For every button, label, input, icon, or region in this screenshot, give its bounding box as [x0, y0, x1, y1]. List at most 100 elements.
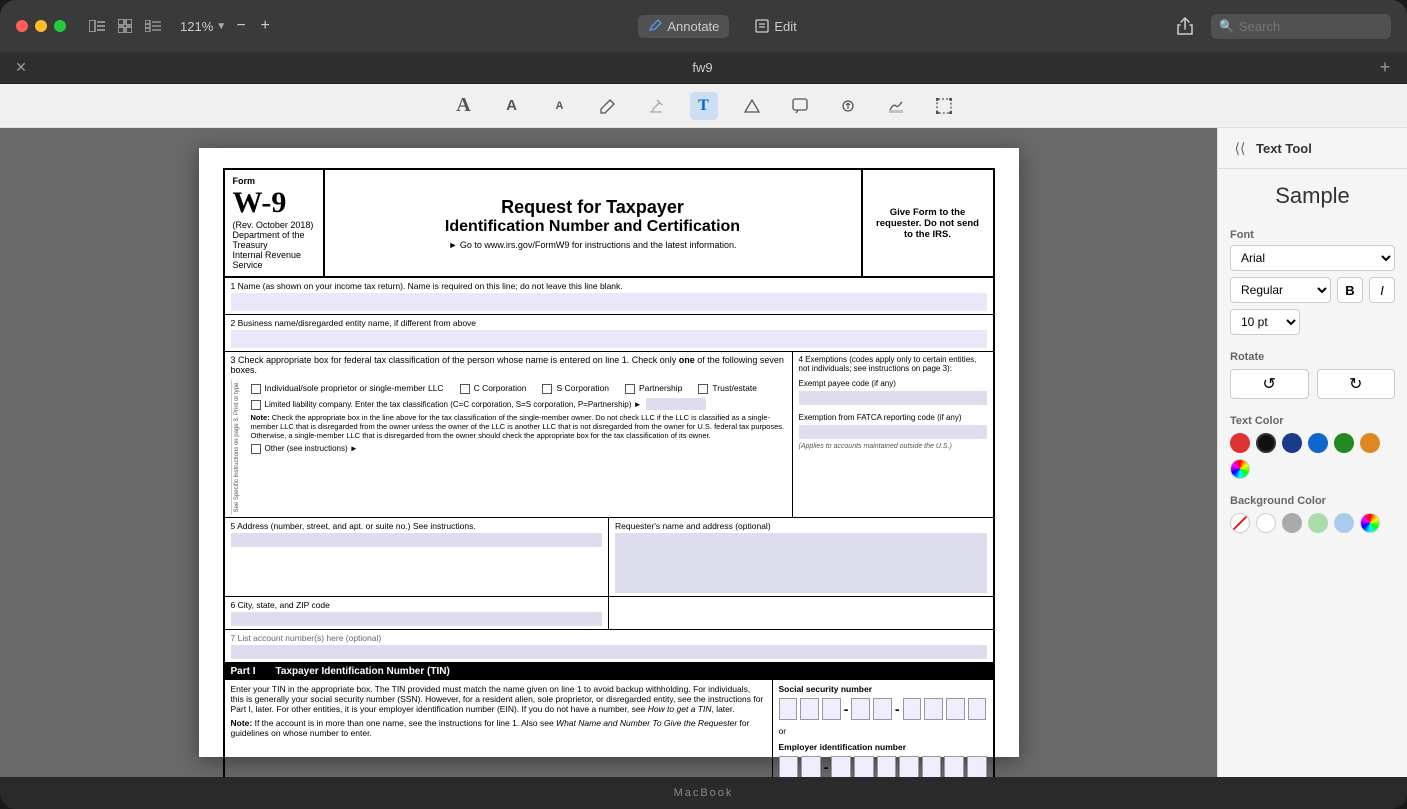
bg-color-white[interactable]: [1256, 513, 1276, 533]
ssn-box-6[interactable]: [903, 698, 922, 720]
rotate-right-button[interactable]: ↻: [1317, 369, 1396, 399]
bg-color-section: Background Color: [1230, 495, 1395, 533]
checkbox-row-1: Individual/sole proprietor or single-mem…: [251, 383, 786, 394]
bg-color-light-green[interactable]: [1308, 513, 1328, 533]
shapes-tool[interactable]: [738, 92, 766, 120]
zoom-control: 121% ▼ − +: [180, 17, 274, 35]
field-6-input[interactable]: [231, 612, 603, 626]
pdf-viewer[interactable]: Form W-9 (Rev. October 2018) Department …: [0, 128, 1217, 777]
ein-box-9[interactable]: [967, 756, 987, 777]
ssn-box-2[interactable]: [800, 698, 819, 720]
ssn-box-4[interactable]: [851, 698, 870, 720]
ccorp-cb[interactable]: [460, 384, 470, 394]
pencil-tool[interactable]: [594, 92, 622, 120]
text-color-picker[interactable]: [1230, 459, 1250, 479]
ssn-box-8[interactable]: [946, 698, 965, 720]
signature-tool[interactable]: [834, 92, 862, 120]
font-size-select[interactable]: 8 pt 9 pt 10 pt 11 pt 12 pt 14 pt: [1230, 309, 1300, 335]
panel-collapse-button[interactable]: ⟨⟨: [1230, 138, 1250, 158]
tin-note: Note: If the account is in more than one…: [231, 718, 766, 738]
text-color-dark-blue[interactable]: [1282, 433, 1302, 453]
rotate-left-button[interactable]: ↺: [1230, 369, 1309, 399]
text-resize-large-tool[interactable]: A: [450, 92, 478, 120]
comment-tool[interactable]: [786, 92, 814, 120]
field-2-input[interactable]: [231, 330, 987, 348]
fullscreen-button[interactable]: [54, 20, 66, 32]
ein-box-8[interactable]: [944, 756, 964, 777]
llc-cb[interactable]: [251, 400, 261, 410]
font-style-select[interactable]: Regular Bold Italic Bold Italic: [1230, 277, 1331, 303]
ein-box-5[interactable]: [877, 756, 897, 777]
search-wrap: 🔍: [1211, 14, 1391, 39]
ssn-box-9[interactable]: [968, 698, 987, 720]
minimize-button[interactable]: [35, 20, 47, 32]
ssn-box-3[interactable]: [822, 698, 841, 720]
draw-tool[interactable]: [882, 92, 910, 120]
text-color-orange[interactable]: [1360, 433, 1380, 453]
share-button[interactable]: [1171, 12, 1199, 40]
rotate-buttons: ↺ ↻: [1230, 369, 1395, 399]
field-5-input[interactable]: [231, 533, 603, 547]
tin-right: Social security number - -: [773, 680, 993, 777]
field-1-input[interactable]: [231, 293, 987, 311]
ein-box-2[interactable]: [801, 756, 821, 777]
grid-view-icon[interactable]: [116, 17, 134, 35]
individual-cb[interactable]: [251, 384, 261, 394]
ssn-box-1[interactable]: [779, 698, 798, 720]
bg-color-picker[interactable]: [1360, 513, 1380, 533]
panel-title: Text Tool: [1256, 141, 1312, 156]
ccorp-checkbox: C Corporation: [460, 383, 527, 394]
text-color-green[interactable]: [1334, 433, 1354, 453]
bg-color-gray[interactable]: [1282, 513, 1302, 533]
traffic-lights: [16, 20, 66, 32]
ein-box-3[interactable]: [831, 756, 851, 777]
ssn-box-5[interactable]: [873, 698, 892, 720]
ssn-label: Social security number: [779, 684, 987, 694]
sidebar-toggle-icon[interactable]: [88, 17, 106, 35]
annotate-button[interactable]: Annotate: [638, 15, 729, 38]
exempt-payee-input[interactable]: [799, 391, 987, 405]
ssn-dash-2: -: [895, 701, 900, 717]
font-family-select[interactable]: Arial Helvetica Times New Roman Courier …: [1230, 245, 1395, 271]
text-color-black[interactable]: [1256, 433, 1276, 453]
trust-cb[interactable]: [698, 384, 708, 394]
zoom-dropdown-arrow[interactable]: ▼: [216, 21, 226, 32]
other-row: Other (see instructions) ►: [251, 443, 786, 454]
text-color-blue[interactable]: [1308, 433, 1328, 453]
tab-close-button[interactable]: ✕: [12, 59, 30, 77]
zoom-out-button[interactable]: −: [232, 17, 250, 35]
crop-tool[interactable]: [930, 92, 958, 120]
field-7-input[interactable]: [231, 645, 987, 659]
requester-input[interactable]: [615, 533, 987, 593]
close-button[interactable]: [16, 20, 28, 32]
text-small-tool[interactable]: A: [546, 92, 574, 120]
list-view-icon[interactable]: [144, 17, 162, 35]
part1-header: Part I Taxpayer Identification Number (T…: [225, 663, 993, 680]
ein-box-6[interactable]: [899, 756, 919, 777]
partnership-cb[interactable]: [625, 384, 635, 394]
italic-button[interactable]: I: [1369, 277, 1395, 303]
irs-link: ► Go to www.irs.gov/FormW9 for instructi…: [335, 240, 851, 250]
tab-add-button[interactable]: +: [1375, 58, 1395, 78]
search-input[interactable]: [1211, 14, 1391, 39]
highlight-tool[interactable]: [642, 92, 670, 120]
bold-button[interactable]: B: [1337, 277, 1363, 303]
ein-box-1[interactable]: [779, 756, 799, 777]
address-section: 5 Address (number, street, and apt. or s…: [225, 518, 993, 597]
field-3-4-row: 3 Check appropriate box for federal tax …: [225, 352, 993, 518]
bg-color-light-blue[interactable]: [1334, 513, 1354, 533]
other-cb[interactable]: [251, 444, 261, 454]
fatca-input[interactable]: [799, 425, 987, 439]
ein-box-4[interactable]: [854, 756, 874, 777]
field-5-label: 5 Address (number, street, and apt. or s…: [231, 521, 603, 531]
ein-box-7[interactable]: [922, 756, 942, 777]
text-tool[interactable]: T: [690, 92, 718, 120]
text-medium-tool[interactable]: A: [498, 92, 526, 120]
zoom-in-button[interactable]: +: [256, 17, 274, 35]
bg-color-none[interactable]: [1230, 513, 1250, 533]
scorp-cb[interactable]: [542, 384, 552, 394]
ssn-box-7[interactable]: [924, 698, 943, 720]
text-color-red[interactable]: [1230, 433, 1250, 453]
edit-button[interactable]: Edit: [745, 15, 806, 38]
llc-input[interactable]: [646, 398, 706, 410]
